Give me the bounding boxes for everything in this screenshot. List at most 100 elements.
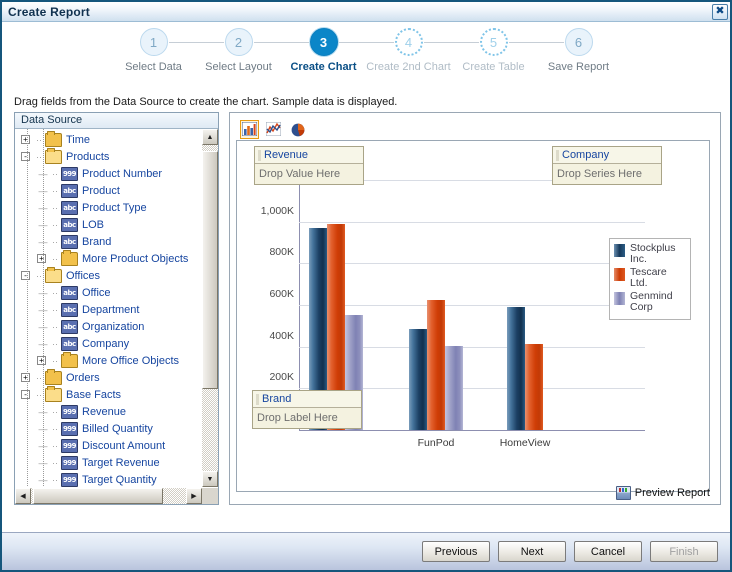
wizard-step-4[interactable]: 4 Create 2nd Chart bbox=[366, 28, 451, 73]
preview-report-button[interactable]: Preview Report bbox=[615, 486, 710, 500]
data-source-tree[interactable]: +··Time-··Products—··999Product Number—·… bbox=[15, 129, 201, 487]
tree-connector: ·· bbox=[52, 287, 58, 298]
step-connector bbox=[423, 42, 479, 43]
tree-connector: ·· bbox=[52, 457, 58, 468]
step-circle[interactable]: 6 bbox=[564, 28, 593, 56]
tree-item-label: Products bbox=[66, 150, 110, 163]
collapse-icon[interactable]: - bbox=[21, 152, 30, 161]
step-circle[interactable]: 4 bbox=[394, 28, 423, 56]
tree-item-label: Target Quantity bbox=[82, 473, 157, 486]
cancel-button[interactable]: Cancel bbox=[574, 541, 642, 562]
series-dropzone[interactable]: Company Drop Series Here bbox=[552, 146, 662, 185]
vscroll-thumb[interactable] bbox=[202, 151, 218, 389]
step-connector bbox=[168, 42, 224, 43]
legend-swatch bbox=[614, 268, 625, 281]
chart-legend: Stockplus Inc. Tescare Ltd. Genmind Corp bbox=[609, 238, 691, 320]
collapse-icon[interactable]: - bbox=[21, 390, 30, 399]
expand-icon[interactable]: + bbox=[21, 135, 30, 144]
scroll-up-icon[interactable]: ▲ bbox=[202, 129, 218, 145]
tree-item-label: More Office Objects bbox=[82, 354, 179, 367]
wizard-step-3[interactable]: 3 Create Chart bbox=[281, 28, 366, 73]
chart-bar bbox=[445, 345, 463, 430]
step-circle[interactable]: 5 bbox=[479, 28, 508, 56]
close-icon[interactable]: ✖ bbox=[712, 3, 728, 20]
legend-label: Stockplus Inc. bbox=[630, 242, 676, 265]
preview-report-label: Preview Report bbox=[634, 487, 710, 499]
step-label: Create Chart bbox=[290, 61, 357, 73]
step-circle[interactable]: 3 bbox=[309, 28, 338, 56]
wizard-step-2[interactable]: 2 Select Layout bbox=[196, 28, 281, 73]
series-field[interactable]: Company bbox=[553, 147, 661, 164]
wizard-step-6[interactable]: 6 Save Report bbox=[536, 28, 621, 73]
gridline-600k bbox=[299, 305, 645, 306]
expand-icon[interactable]: + bbox=[21, 373, 30, 382]
tree-horizontal-scrollbar[interactable]: ◀ ▶ bbox=[15, 487, 218, 504]
text-field-icon: abc bbox=[61, 302, 78, 317]
scroll-right-icon[interactable]: ▶ bbox=[186, 488, 202, 504]
drag-grip-icon[interactable] bbox=[556, 149, 559, 161]
tree-guide-line bbox=[43, 129, 44, 487]
scroll-down-icon[interactable]: ▼ bbox=[202, 471, 218, 487]
gridline-1000k bbox=[299, 221, 645, 223]
y-tick-label: 1,000K bbox=[260, 204, 294, 217]
step-connector bbox=[253, 42, 309, 43]
hscroll-thumb[interactable] bbox=[33, 488, 163, 504]
previous-button[interactable]: Previous bbox=[422, 541, 490, 562]
x-axis-label: FunPod bbox=[417, 437, 455, 449]
wizard-step-5[interactable]: 5 Create Table bbox=[451, 28, 536, 73]
scroll-left-icon[interactable]: ◀ bbox=[15, 488, 31, 504]
chart-canvas: 200K 400K 600K 800K 1,000K 1 FunPodHomeV… bbox=[236, 140, 710, 492]
folder-icon bbox=[45, 385, 62, 402]
tree-connector: ·· bbox=[52, 304, 58, 315]
tree-connector: ·· bbox=[52, 474, 58, 485]
expand-icon[interactable]: + bbox=[37, 356, 46, 365]
tree-item-label: Target Revenue bbox=[82, 456, 160, 469]
preview-report-icon bbox=[615, 486, 631, 500]
next-button[interactable]: Next bbox=[498, 541, 566, 562]
drag-grip-icon[interactable] bbox=[256, 393, 259, 405]
gridline-800k bbox=[299, 263, 645, 265]
tree-item-label: Department bbox=[82, 303, 140, 316]
line-chart-icon[interactable] bbox=[264, 120, 283, 139]
y-tick-label: 400K bbox=[269, 329, 294, 342]
bar-chart-icon[interactable] bbox=[240, 119, 259, 139]
tree-vertical-scrollbar[interactable]: ▲ ▼ bbox=[201, 129, 218, 487]
legend-item: Genmind Corp bbox=[614, 291, 685, 313]
value-drop-hint: Drop Value Here bbox=[259, 168, 341, 180]
tree-item-label: Product bbox=[82, 184, 120, 197]
tree-item-label: Company bbox=[82, 337, 130, 350]
chart-bar bbox=[525, 343, 543, 430]
create-report-dialog: Create Report ✖ 1 Select Data 2 Select Layo… bbox=[0, 0, 732, 572]
numeric-field-icon: 999 bbox=[61, 404, 78, 419]
step-circle[interactable]: 2 bbox=[224, 28, 253, 56]
step-connector bbox=[508, 42, 564, 43]
y-tick-label: 800K bbox=[269, 246, 294, 259]
step-label: Select Layout bbox=[205, 61, 272, 73]
wizard-step-1[interactable]: 1 Select Data bbox=[111, 28, 196, 73]
vscroll-track[interactable] bbox=[202, 145, 218, 471]
pie-chart-icon[interactable] bbox=[288, 120, 307, 139]
tree-connector: ·· bbox=[52, 219, 58, 230]
label-field[interactable]: Brand bbox=[253, 391, 361, 408]
text-field-icon: abc bbox=[61, 285, 78, 300]
tree-connector: ·· bbox=[52, 338, 58, 349]
step-circle[interactable]: 1 bbox=[139, 28, 168, 56]
hscroll-track[interactable] bbox=[31, 488, 186, 504]
label-dropzone[interactable]: Brand Drop Label Here bbox=[252, 390, 362, 429]
numeric-field-icon: 999 bbox=[61, 421, 78, 436]
data-source-panel: Data Source +··Time-··Products—··999Prod… bbox=[14, 112, 219, 505]
expand-icon[interactable]: + bbox=[37, 254, 46, 263]
collapse-icon[interactable]: - bbox=[21, 271, 30, 280]
tree-connector: ·· bbox=[52, 440, 58, 451]
chart-bar bbox=[427, 300, 445, 430]
drag-grip-icon[interactable] bbox=[258, 149, 261, 161]
text-field-icon: abc bbox=[61, 336, 78, 351]
tree-item-label: More Product Objects bbox=[82, 252, 189, 265]
value-dropzone[interactable]: Revenue Drop Value Here bbox=[254, 146, 364, 185]
tree-item-label: Organization bbox=[82, 320, 145, 333]
step-label: Select Data bbox=[125, 61, 182, 73]
value-field-label: Revenue bbox=[264, 149, 309, 161]
step-label: Create 2nd Chart bbox=[366, 61, 451, 73]
tree-guide-line bbox=[27, 129, 28, 487]
value-field[interactable]: Revenue bbox=[255, 147, 363, 164]
